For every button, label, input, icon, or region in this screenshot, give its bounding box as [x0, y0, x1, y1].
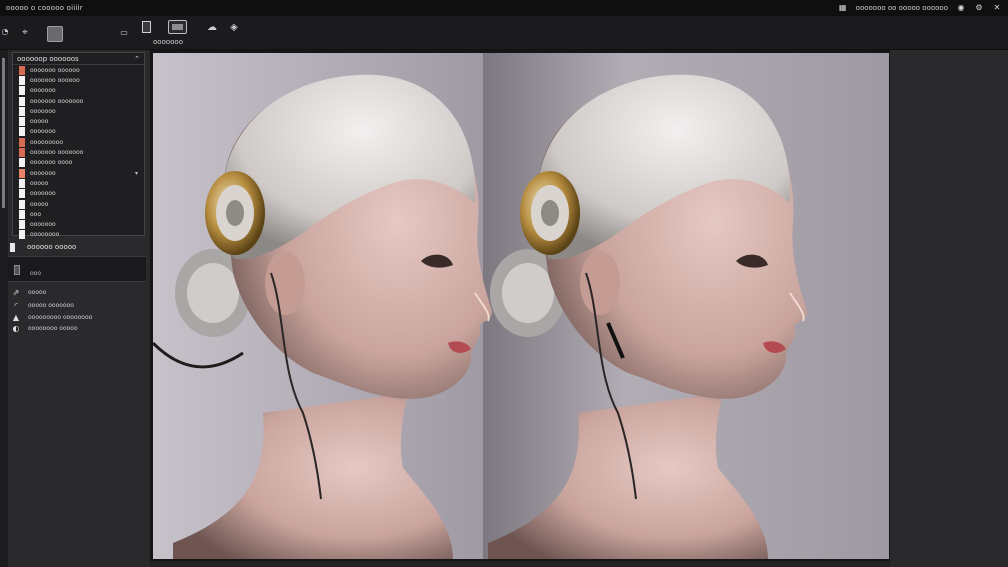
- left-strip: [0, 50, 8, 567]
- settings-icon[interactable]: ⚙: [974, 3, 984, 13]
- layer-item[interactable]: ooooooo oooooo: [13, 75, 144, 85]
- cloud-icon[interactable]: ☁: [205, 22, 219, 33]
- layer-label: ooooooo ooooooo: [30, 97, 84, 105]
- layer-item[interactable]: ooooo: [13, 116, 144, 127]
- swatch-icon[interactable]: [14, 265, 20, 275]
- layer-swatch: [19, 127, 25, 137]
- layer-swatch: [19, 65, 25, 75]
- layer-swatch: [19, 189, 25, 199]
- tool-item[interactable]: ◐ oooooooo ooooo: [10, 324, 78, 333]
- thumbnail-button[interactable]: [47, 26, 63, 42]
- properties-label: oooooo ooooo: [27, 243, 77, 251]
- layer-swatch: [19, 220, 25, 230]
- properties-icon: [10, 242, 15, 252]
- layer-swatch: [19, 106, 25, 116]
- layer-item[interactable]: ooooooo ▾: [13, 168, 144, 178]
- layer-item[interactable]: ooooooo: [13, 86, 144, 96]
- layer-label: ooooooo: [30, 190, 56, 198]
- layer-item[interactable]: ooo: [13, 209, 144, 219]
- preview-thumbnail[interactable]: [168, 20, 187, 34]
- layer-swatch: [19, 209, 25, 219]
- layer-label: ooooooo: [30, 128, 56, 136]
- chevron-up-icon[interactable]: ⌃: [134, 55, 140, 63]
- layer-swatch: [19, 137, 25, 147]
- tool-label: ooooo: [28, 289, 47, 296]
- tool-label: oooooooo ooooo: [28, 325, 78, 332]
- layer-item[interactable]: ooooooo: [13, 189, 144, 199]
- power-icon[interactable]: ◔: [1, 27, 9, 36]
- properties-header: oooooo ooooo: [8, 238, 146, 256]
- portrait-image: [153, 53, 889, 559]
- dodge-icon: ◜: [14, 301, 18, 310]
- dash-icon[interactable]: ▭: [119, 28, 129, 37]
- strip-scrollbar[interactable]: [2, 58, 5, 208]
- layers-header[interactable]: oooooop oooooos ⌃: [13, 53, 144, 65]
- layer-item[interactable]: ooooooo ooooooo: [13, 96, 144, 106]
- layer-swatch: [19, 117, 25, 127]
- layer-label: ooooo: [30, 179, 49, 187]
- layers-header-label: oooooop oooooos: [17, 54, 79, 63]
- layer-swatch: [19, 96, 25, 106]
- tool-label: ooooooooo oooooooo: [28, 314, 93, 321]
- layer-item[interactable]: ooooooo: [13, 219, 144, 230]
- tool-label: ooooo ooooooo: [28, 302, 74, 309]
- title-bar-right: ▦ ooooooo oo ooooo oooooo ◉ ⚙ ✕: [838, 0, 1002, 16]
- sharpen-icon: ▲: [12, 313, 20, 322]
- brush-icon: ⇗: [12, 288, 20, 297]
- layer-item[interactable]: ooooooo oooo: [13, 158, 144, 168]
- layer-label: ooooooo: [30, 221, 56, 229]
- layer-label: ooooooo: [30, 169, 56, 177]
- layer-label: ooooo: [30, 200, 49, 208]
- layer-list: ooooooo oooooo ooooooo oooooo ooooooo ooooo…: [13, 65, 144, 240]
- layer-swatch: [19, 199, 25, 209]
- layer-label: ooooooo oooooo: [30, 66, 80, 74]
- properties-value: ooo: [30, 270, 42, 277]
- layer-label: ooooooo oooo: [30, 159, 73, 167]
- layer-label: ooooooooo: [30, 138, 64, 146]
- grid-icon[interactable]: ▦: [838, 3, 848, 13]
- close-icon[interactable]: ✕: [992, 3, 1002, 13]
- app-title: ooooo o cooooo oiiiir: [6, 4, 83, 12]
- layer-swatch: [19, 178, 25, 188]
- frame-icon[interactable]: [142, 21, 151, 33]
- toolbar: ◔ ⌖ ▭ ☁ ◈ ooooooo: [0, 16, 1008, 50]
- layer-swatch: [19, 168, 25, 178]
- selection-label: ooooooo: [153, 38, 183, 46]
- gem-icon[interactable]: ◈: [227, 22, 241, 33]
- layer-label: ooo: [30, 210, 42, 218]
- layer-item[interactable]: ooooo: [13, 178, 144, 188]
- layer-label: ooooooo ooooooo: [30, 149, 84, 157]
- tool-item[interactable]: ◜ ooooo ooooooo: [10, 301, 74, 310]
- tool-item[interactable]: ▲ ooooooooo oooooooo: [10, 313, 92, 322]
- layer-swatch: [19, 148, 25, 158]
- layer-swatch: [19, 75, 25, 85]
- image-canvas[interactable]: [153, 53, 889, 559]
- layer-label: ooooo: [30, 118, 49, 126]
- layer-label: ooooooo oooooo: [30, 76, 80, 84]
- title-bar: ooooo o cooooo oiiiir ▦ ooooooo oo ooooo…: [0, 0, 1008, 16]
- layer-swatch: [19, 86, 25, 96]
- layer-item[interactable]: ooooo: [13, 199, 144, 209]
- properties-field[interactable]: ooo: [8, 256, 146, 282]
- expand-arrow-icon[interactable]: ▾: [135, 170, 138, 177]
- status-text: ooooooo oo ooooo oooooo: [855, 4, 948, 12]
- right-panel: [890, 50, 1008, 567]
- layer-swatch: [19, 158, 25, 168]
- layers-panel: oooooop oooooos ⌃ ooooooo oooooo ooooooo …: [12, 52, 145, 240]
- layer-label: ooooooo: [30, 107, 56, 115]
- layer-item[interactable]: ooooooo: [13, 127, 144, 137]
- layer-item[interactable]: ooooooo oooooo: [13, 65, 144, 75]
- layer-item[interactable]: ooooooo ooooooo: [13, 147, 144, 158]
- layer-item[interactable]: ooooooo: [13, 106, 144, 116]
- tool-item[interactable]: ⇗ ooooo: [10, 288, 47, 297]
- blend-icon: ◐: [12, 324, 20, 333]
- crop-icon[interactable]: ⌖: [20, 26, 30, 38]
- layer-item[interactable]: ooooooooo: [13, 137, 144, 147]
- layer-label: ooooooo: [30, 87, 56, 95]
- record-icon[interactable]: ◉: [956, 3, 966, 13]
